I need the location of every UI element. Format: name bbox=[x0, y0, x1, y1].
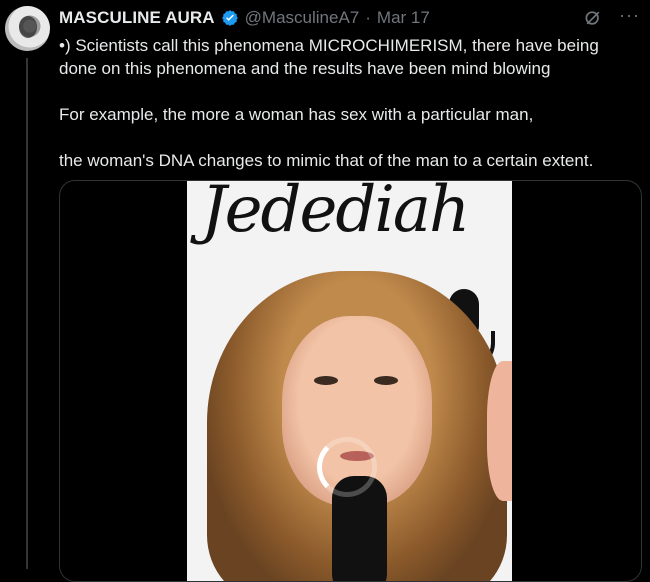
tweet-date[interactable]: Mar 17 bbox=[377, 8, 430, 28]
background-logo-text: Jedediah bbox=[201, 181, 470, 247]
tweet-text: •) Scientists call this phenomena MICROC… bbox=[59, 34, 639, 172]
header-actions: ··· bbox=[583, 6, 640, 28]
grok-icon[interactable] bbox=[583, 8, 603, 28]
tweet-paragraph-3: the woman's DNA changes to mimic that of… bbox=[59, 151, 594, 170]
video-media[interactable]: Jedediah bbox=[59, 180, 642, 582]
author-handle[interactable]: @MasculineA7 bbox=[245, 8, 360, 28]
tweet-paragraph-2: For example, the more a woman has sex wi… bbox=[59, 105, 534, 124]
author-name[interactable]: MASCULINE AURA bbox=[59, 8, 215, 28]
right-eye bbox=[374, 376, 398, 385]
raised-hand bbox=[487, 361, 512, 501]
more-options-icon[interactable]: ··· bbox=[619, 6, 640, 24]
tweet-header: MASCULINE AURA @MasculineA7 · Mar 17 ··· bbox=[59, 6, 640, 29]
avatar[interactable] bbox=[5, 6, 50, 51]
thread-line bbox=[26, 58, 28, 569]
tweet-paragraph-1: •) Scientists call this phenomena MICROC… bbox=[59, 36, 599, 78]
verified-badge-icon bbox=[221, 9, 239, 27]
loading-spinner-icon bbox=[317, 437, 377, 497]
left-eye bbox=[314, 376, 338, 385]
video-frame: Jedediah bbox=[187, 181, 512, 581]
separator-dot: · bbox=[365, 8, 371, 27]
